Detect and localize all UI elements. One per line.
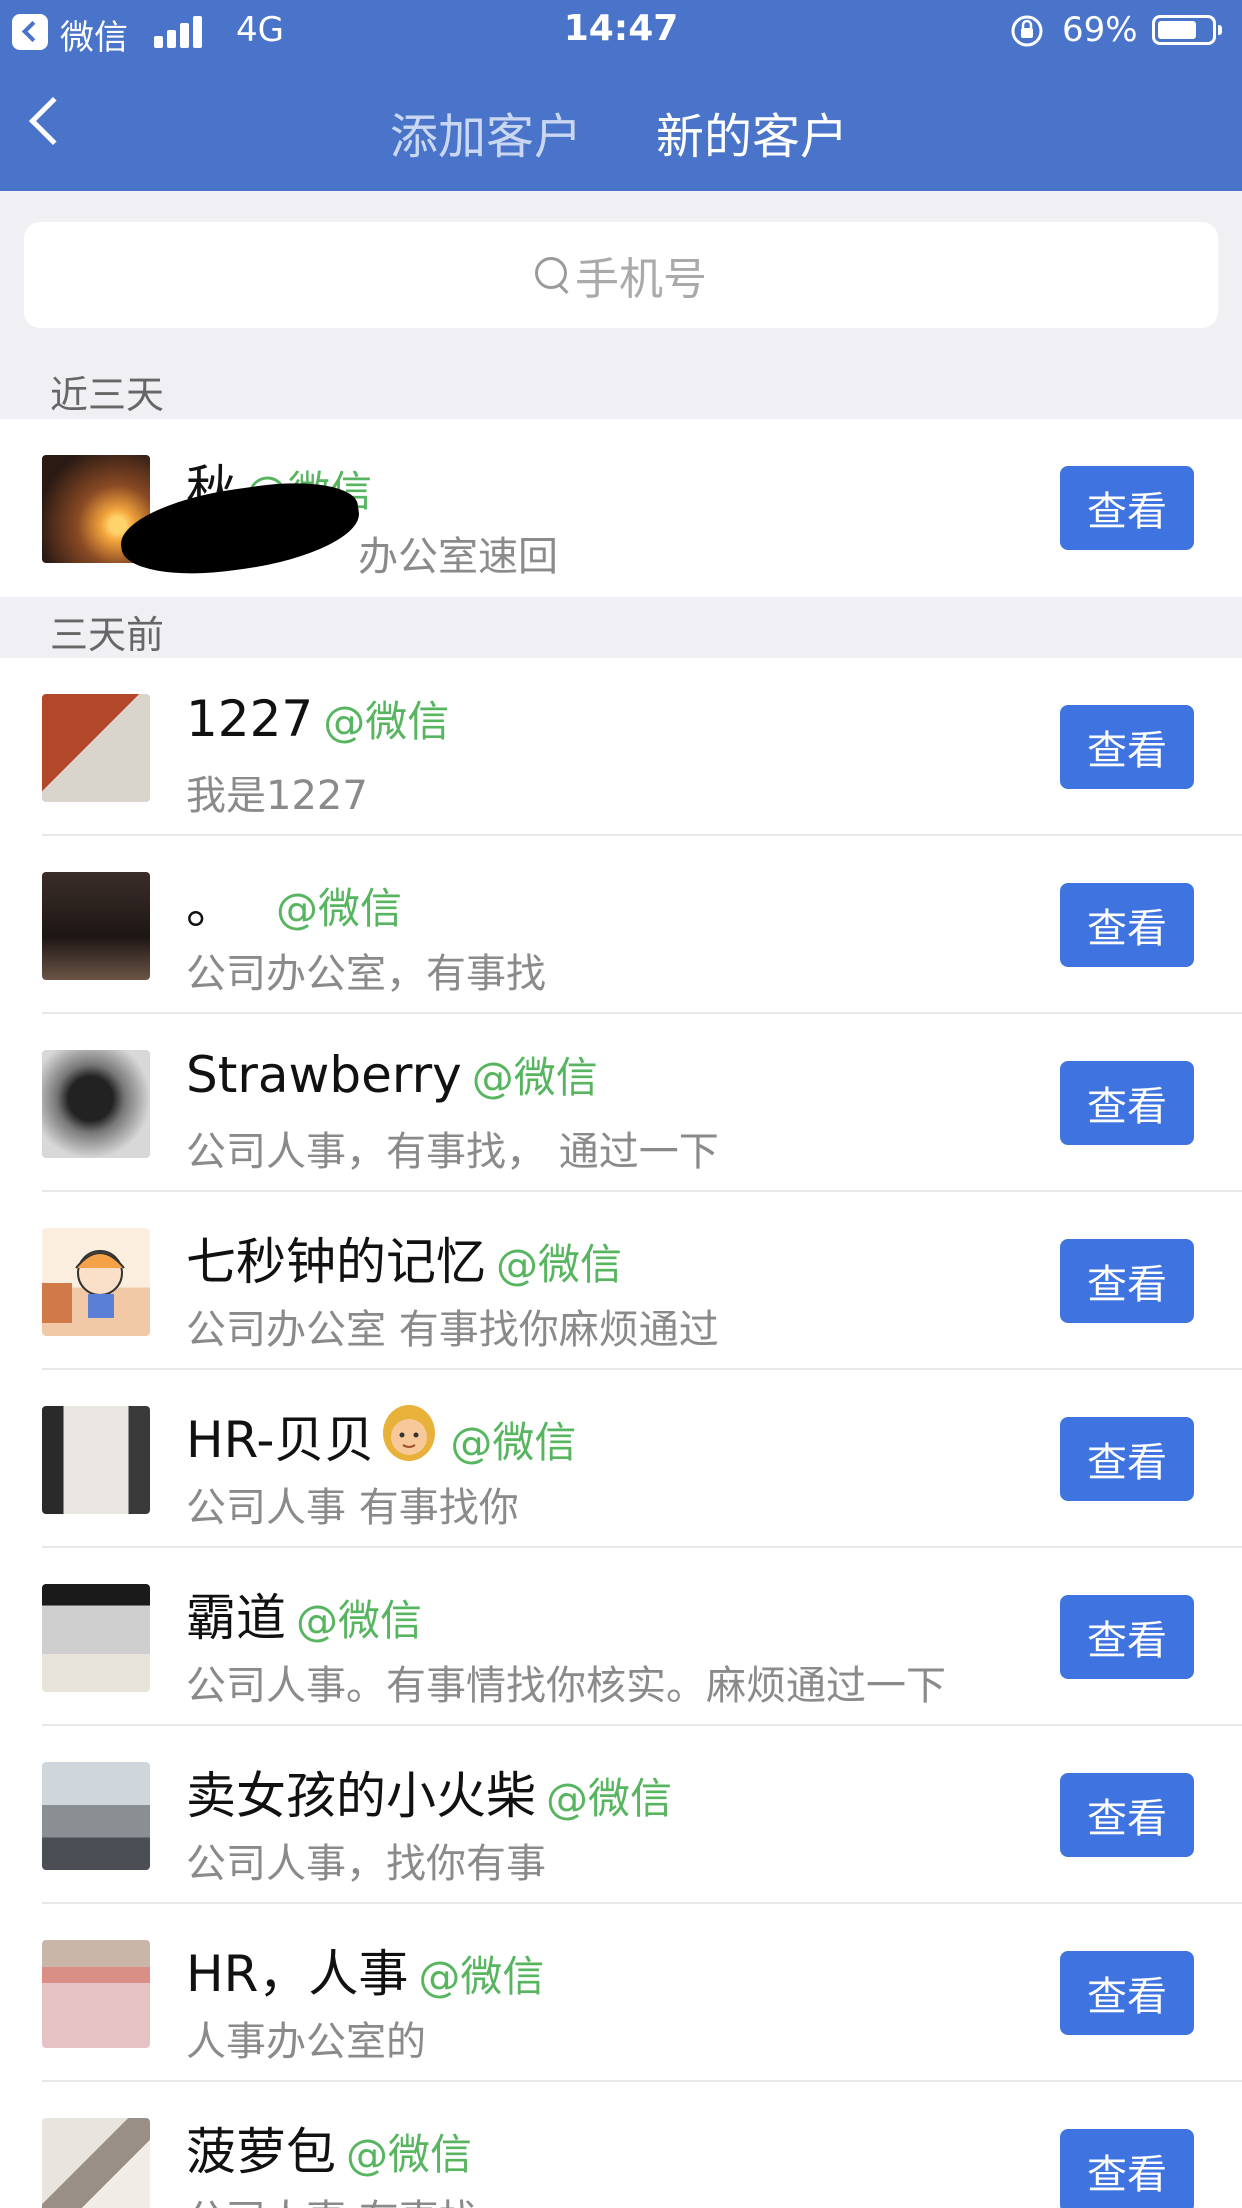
list-item[interactable]: HR，人事 @微信 人事办公室的 查看 — [0, 1904, 1242, 2082]
list-item[interactable]: Strawberry @微信 公司人事，有事找， 通过一下 查看 — [0, 1014, 1242, 1192]
source-tag: @微信 — [276, 884, 403, 933]
contact-name: 七秒钟的记忆 — [186, 1233, 486, 1291]
source-tag: @微信 — [346, 2130, 473, 2179]
avatar — [42, 872, 150, 980]
back-icon[interactable] — [28, 96, 78, 146]
woman-emoji-icon — [383, 1405, 436, 1461]
contact-message: 人事办公室的 — [186, 2019, 426, 2065]
contact-message: 办公室速回 — [358, 534, 558, 580]
search-icon — [535, 255, 571, 295]
contact-message: 公司人事，找你有事 — [186, 1841, 546, 1887]
source-tag: @微信 — [546, 1774, 673, 1823]
battery-percent: 69% — [1062, 10, 1138, 50]
search-input[interactable]: 手机号 — [24, 222, 1218, 328]
avatar — [42, 1406, 150, 1514]
contact-message: 公司人事。有事情找你核实。麻烦通过一下 — [186, 1663, 946, 1709]
rotation-lock-icon — [1011, 15, 1043, 47]
view-button[interactable]: 查看 — [1060, 705, 1194, 789]
view-button[interactable]: 查看 — [1060, 1061, 1194, 1145]
section-label-older: 三天前 — [50, 613, 165, 657]
cartoon-girl-icon — [42, 1250, 125, 1323]
view-button[interactable]: 查看 — [1060, 1773, 1194, 1857]
contact-message: 公司人事，有事找， 通过一下 — [186, 1129, 719, 1175]
section-label-recent: 近三天 — [50, 373, 165, 417]
list-item[interactable]: 。 @微信 公司办公室，有事找 查看 — [0, 836, 1242, 1014]
source-tag: @微信 — [496, 1240, 623, 1289]
source-tag: @微信 — [450, 1418, 577, 1467]
contact-name: 卖女孩的小火柴 — [186, 1767, 536, 1825]
contact-name: 。 — [186, 877, 236, 935]
contact-message: 公司人事 有事找 — [186, 2187, 479, 2208]
view-button[interactable]: 查看 — [1060, 1595, 1194, 1679]
contact-name: 菠萝包 — [186, 2123, 336, 2181]
source-tag: @微信 — [418, 1952, 545, 2001]
status-bar: 微信 4G 14:47 69% — [0, 0, 1242, 62]
view-button[interactable]: 查看 — [1060, 2129, 1194, 2208]
avatar — [42, 2118, 150, 2208]
list-item[interactable]: 菠萝包@微信 公司人事 有事找 查看 — [0, 2082, 1242, 2208]
contact-message: 我是1227 — [186, 773, 368, 819]
view-button[interactable]: 查看 — [1060, 883, 1194, 967]
app-header: 微信 4G 14:47 69% 添加客户 新的客户 — [0, 0, 1242, 191]
list-item[interactable]: 1227 @微信 我是1227 查看 — [0, 658, 1242, 836]
battery-icon — [1152, 15, 1222, 45]
avatar — [42, 1762, 150, 1870]
recent-contact-list: 秋@微信 办公室速回 查看 — [0, 419, 1242, 597]
view-button[interactable]: 查看 — [1060, 466, 1194, 550]
avatar — [42, 1050, 150, 1158]
avatar — [42, 1940, 150, 2048]
contact-name: HR-贝贝 — [186, 1411, 375, 1469]
avatar — [42, 1584, 150, 1692]
contact-name: 1227 — [186, 690, 314, 748]
older-contact-list: 1227 @微信 我是1227 查看 。 @微信 公司办公室，有事找 查看 Stra… — [0, 658, 1242, 2208]
list-item[interactable]: 秋@微信 办公室速回 查看 — [0, 419, 1242, 597]
source-tag: @微信 — [323, 697, 450, 746]
source-tag: @微信 — [471, 1053, 598, 1102]
list-item[interactable]: 七秒钟的记忆 @微信 公司办公室 有事找你麻烦通过 查看 — [0, 1192, 1242, 1370]
clock: 14:47 — [563, 8, 679, 49]
view-button[interactable]: 查看 — [1060, 1417, 1194, 1501]
contact-message: 公司办公室，有事找 — [186, 951, 546, 997]
tab-new-customer[interactable]: 新的客户 — [656, 97, 848, 167]
contact-name: HR，人事 — [186, 1945, 409, 2003]
contact-name: 霸道 — [186, 1589, 286, 1647]
contact-message: 公司办公室 有事找你麻烦通过 — [186, 1307, 719, 1353]
view-button[interactable]: 查看 — [1060, 1951, 1194, 2035]
contact-message: 公司人事 有事找你 — [186, 1485, 519, 1531]
view-button[interactable]: 查看 — [1060, 1239, 1194, 1323]
tab-add-customer[interactable]: 添加客户 — [390, 97, 582, 167]
contact-name: Strawberry — [186, 1046, 462, 1104]
list-item[interactable]: HR-贝贝 @微信 公司人事 有事找你 查看 — [0, 1370, 1242, 1548]
source-tag: @微信 — [296, 1596, 423, 1645]
search-placeholder: 手机号 — [575, 254, 707, 305]
list-item[interactable]: 霸道 @微信 公司人事。有事情找你核实。麻烦通过一下 查看 — [0, 1548, 1242, 1726]
redaction-mark — [115, 472, 365, 586]
list-item[interactable]: 卖女孩的小火柴 @微信 公司人事，找你有事 查看 — [0, 1726, 1242, 1904]
avatar — [42, 694, 150, 802]
avatar — [42, 1228, 150, 1336]
